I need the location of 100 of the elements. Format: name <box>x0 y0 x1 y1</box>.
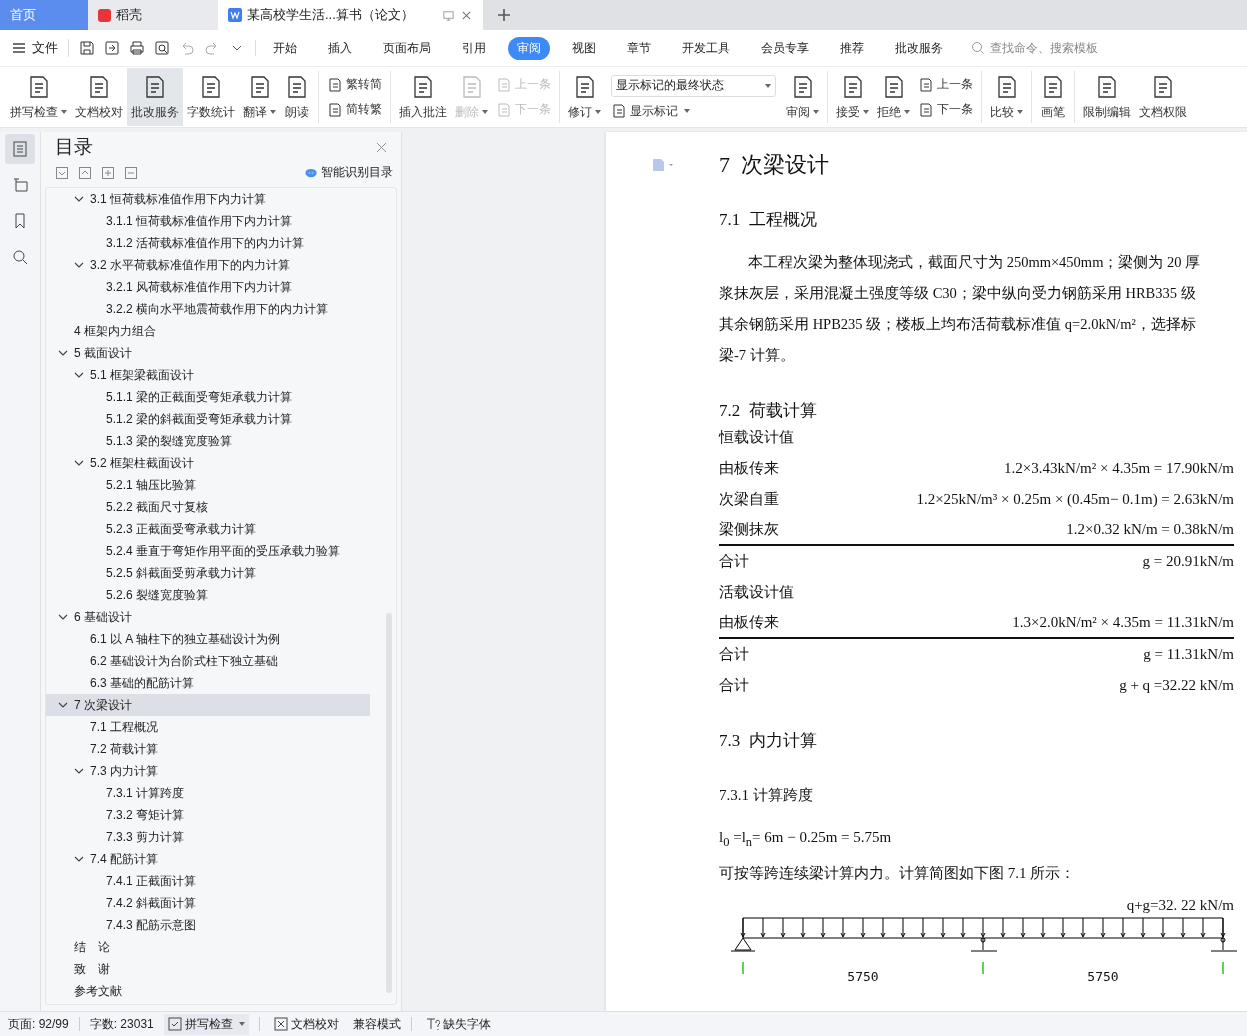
ribbon-tab[interactable]: 开始 <box>264 36 306 60</box>
outline-item[interactable]: 5.2.4 垂直于弯矩作用平面的受压承载力验算 <box>46 540 370 562</box>
chevron-icon[interactable] <box>74 194 84 204</box>
outline-item[interactable]: 6 基础设计 <box>46 606 370 628</box>
outline-item[interactable]: 5 截面设计 <box>46 342 370 364</box>
chevron-icon[interactable] <box>74 370 84 380</box>
outline-item[interactable]: 3.2.1 风荷载标准值作用下内力计算 <box>46 276 370 298</box>
outline-item[interactable]: 3.2.2 横向水平地震荷载作用下的内力计算 <box>46 298 370 320</box>
ribbon-tab[interactable]: 插入 <box>319 36 361 60</box>
paragraph-line: 梁-7 计算。 <box>719 346 796 365</box>
outline-item[interactable]: 参考文献 <box>46 980 370 1002</box>
outline-item[interactable]: 5.1.1 梁的正截面受弯矩承载力计算 <box>46 386 370 408</box>
outline-item[interactable]: 7.2 荷载计算 <box>46 738 370 760</box>
outline-item[interactable]: 致 谢 <box>46 958 370 980</box>
markup-dropdown[interactable]: 显示标记的最终状态 <box>611 74 776 97</box>
minus-icon[interactable] <box>125 166 137 179</box>
ribbon-button[interactable]: 比较 <box>986 68 1027 126</box>
outline-item[interactable]: 5.2 框架柱截面设计 <box>46 452 370 474</box>
word-count[interactable]: 字数: 23031 <box>89 1015 154 1033</box>
ribbon-button[interactable]: 接受 <box>832 68 873 126</box>
outline-item[interactable]: 3.2 水平荷载标准值作用下的内力计算 <box>46 254 370 276</box>
load-formula: 1.2×0.32 kN/m = 0.38kN/m <box>1066 521 1234 538</box>
ribbon-button[interactable]: 插入批注 <box>395 68 451 126</box>
outline-item[interactable]: 7.3.2 弯矩计算 <box>46 804 370 826</box>
ribbon-button[interactable]: 翻译 <box>239 68 280 126</box>
outline-item[interactable]: 5.2.5 斜截面受剪承载力计算 <box>46 562 370 584</box>
command-search-field[interactable]: 查找命令、搜索模板 <box>971 40 1132 56</box>
outline-item[interactable]: 7.4.2 斜截面计算 <box>46 892 370 914</box>
ribbon-button[interactable]: 拒绝 <box>873 68 914 126</box>
outline-item[interactable]: 5.2.1 轴压比验算 <box>46 474 370 496</box>
ribbon-button[interactable]: 字数统计 <box>183 68 239 126</box>
outline-item[interactable]: 7.1 工程概况 <box>46 716 370 738</box>
ribbon-button[interactable]: 拼写检查 <box>6 68 71 126</box>
ribbon-button[interactable]: 文档权限 <box>1135 68 1191 126</box>
ribbon-tab[interactable]: 视图 <box>563 36 605 60</box>
outline-item[interactable]: 4 框架内力组合 <box>46 320 370 342</box>
ribbon-button[interactable]: 文档校对 <box>71 68 127 126</box>
outline-item[interactable]: 5.1.2 梁的斜截面受弯矩承载力计算 <box>46 408 370 430</box>
smart-toc-button[interactable]: 智能识别目录 <box>305 164 393 181</box>
outline-item[interactable]: 5.2.2 截面尺寸复核 <box>46 496 370 518</box>
outline-item[interactable]: 7.3 内力计算 <box>46 760 370 782</box>
outline-item[interactable]: 7.4.3 配筋示意图 <box>46 914 370 936</box>
show-markup-button[interactable]: 显示标记 <box>611 102 776 120</box>
ribbon-button[interactable]: 上一条 <box>918 76 973 93</box>
collapse-icon[interactable] <box>56 166 68 179</box>
ribbon-button[interactable]: 画笔 <box>1036 68 1070 126</box>
ribbon-tab[interactable]: 页面布局 <box>374 36 440 60</box>
outline-item[interactable]: 3.1.1 恒荷载标准值作用下内力计算 <box>46 210 370 232</box>
chevron-icon[interactable] <box>74 766 84 776</box>
ribbon-button[interactable]: 朗读 <box>280 68 314 126</box>
outline-item[interactable]: 6.1 以 A 轴柱下的独立基础设计为例 <box>46 628 370 650</box>
ribbon-tab[interactable]: 引用 <box>453 36 495 60</box>
window-tab[interactable]: 某高校学生活...算书（论文） <box>218 0 483 30</box>
outline-item[interactable]: 7.4 配筋计算 <box>46 848 370 870</box>
save-icon[interactable] <box>79 40 95 56</box>
chevron-icon[interactable] <box>74 854 84 864</box>
print-icon[interactable] <box>129 40 145 56</box>
chevron-icon[interactable] <box>74 458 84 468</box>
preview-icon[interactable] <box>154 40 170 56</box>
file-menu[interactable]: 文件 <box>0 39 69 57</box>
outline-item[interactable]: 3.1.2 活荷载标准值作用下的内力计算 <box>46 232 370 254</box>
ribbon-tab[interactable]: 推荐 <box>831 36 873 60</box>
spell-check-button[interactable]: 拼写检查 <box>163 1013 249 1035</box>
window-tab[interactable]: 稻壳 <box>88 0 218 30</box>
ribbon-tab[interactable]: 开发工具 <box>673 36 739 60</box>
ribbon-button[interactable]: 繁转简 <box>327 76 382 93</box>
outline-item[interactable]: 5.1.3 梁的裂缝宽度验算 <box>46 430 370 452</box>
chevron-icon[interactable] <box>74 260 84 270</box>
chevron-icon[interactable] <box>58 348 68 358</box>
missing-fonts-button[interactable]: 缺失字体 <box>421 1013 495 1035</box>
outline-item[interactable]: 7 次梁设计 <box>46 694 370 716</box>
outline-item[interactable]: 5.2.6 裂缝宽度验算 <box>46 584 370 606</box>
outline-item[interactable]: 5.2.3 正截面受弯承载力计算 <box>46 518 370 540</box>
outline-item[interactable]: 5.1 框架梁截面设计 <box>46 364 370 386</box>
outline-item[interactable]: 6.2 基础设计为台阶式柱下独立基础 <box>46 650 370 672</box>
outline-item[interactable]: 结 论 <box>46 936 370 958</box>
proofread-button[interactable]: 文档校对 <box>269 1013 343 1035</box>
ribbon-button[interactable]: 审阅 <box>782 68 823 126</box>
ribbon-button[interactable]: 修订 <box>564 68 605 126</box>
outline-item[interactable]: 7.4.1 正截面计算 <box>46 870 370 892</box>
ribbon-tab[interactable]: 会员专享 <box>752 36 818 60</box>
chevron-icon[interactable] <box>58 612 68 622</box>
sidebar-tool-icon[interactable] <box>5 134 35 164</box>
ribbon-button[interactable]: 批改服务 <box>127 68 183 126</box>
new-tab-icon[interactable] <box>497 8 511 22</box>
outline-item[interactable]: 3.1 恒荷载标准值作用下内力计算 <box>46 188 370 210</box>
expand-icon[interactable] <box>79 166 91 179</box>
ribbon-tab[interactable]: 批改服务 <box>886 36 952 60</box>
ribbon-button[interactable]: 下一条 <box>918 101 973 118</box>
plus-icon[interactable] <box>102 166 114 179</box>
outline-item[interactable]: 6.3 基础的配筋计算 <box>46 672 370 694</box>
close-icon[interactable] <box>376 141 387 153</box>
ribbon-button[interactable]: 限制编辑 <box>1079 68 1135 126</box>
chevron-icon[interactable] <box>58 700 68 710</box>
export-icon[interactable] <box>104 40 120 56</box>
outline-item[interactable]: 7.3.3 剪力计算 <box>46 826 370 848</box>
ribbon-button[interactable]: 简转繁 <box>327 101 382 118</box>
ribbon-tab[interactable]: 章节 <box>618 36 660 60</box>
outline-item[interactable]: 7.3.1 计算跨度 <box>46 782 370 804</box>
document-icon <box>918 76 934 93</box>
